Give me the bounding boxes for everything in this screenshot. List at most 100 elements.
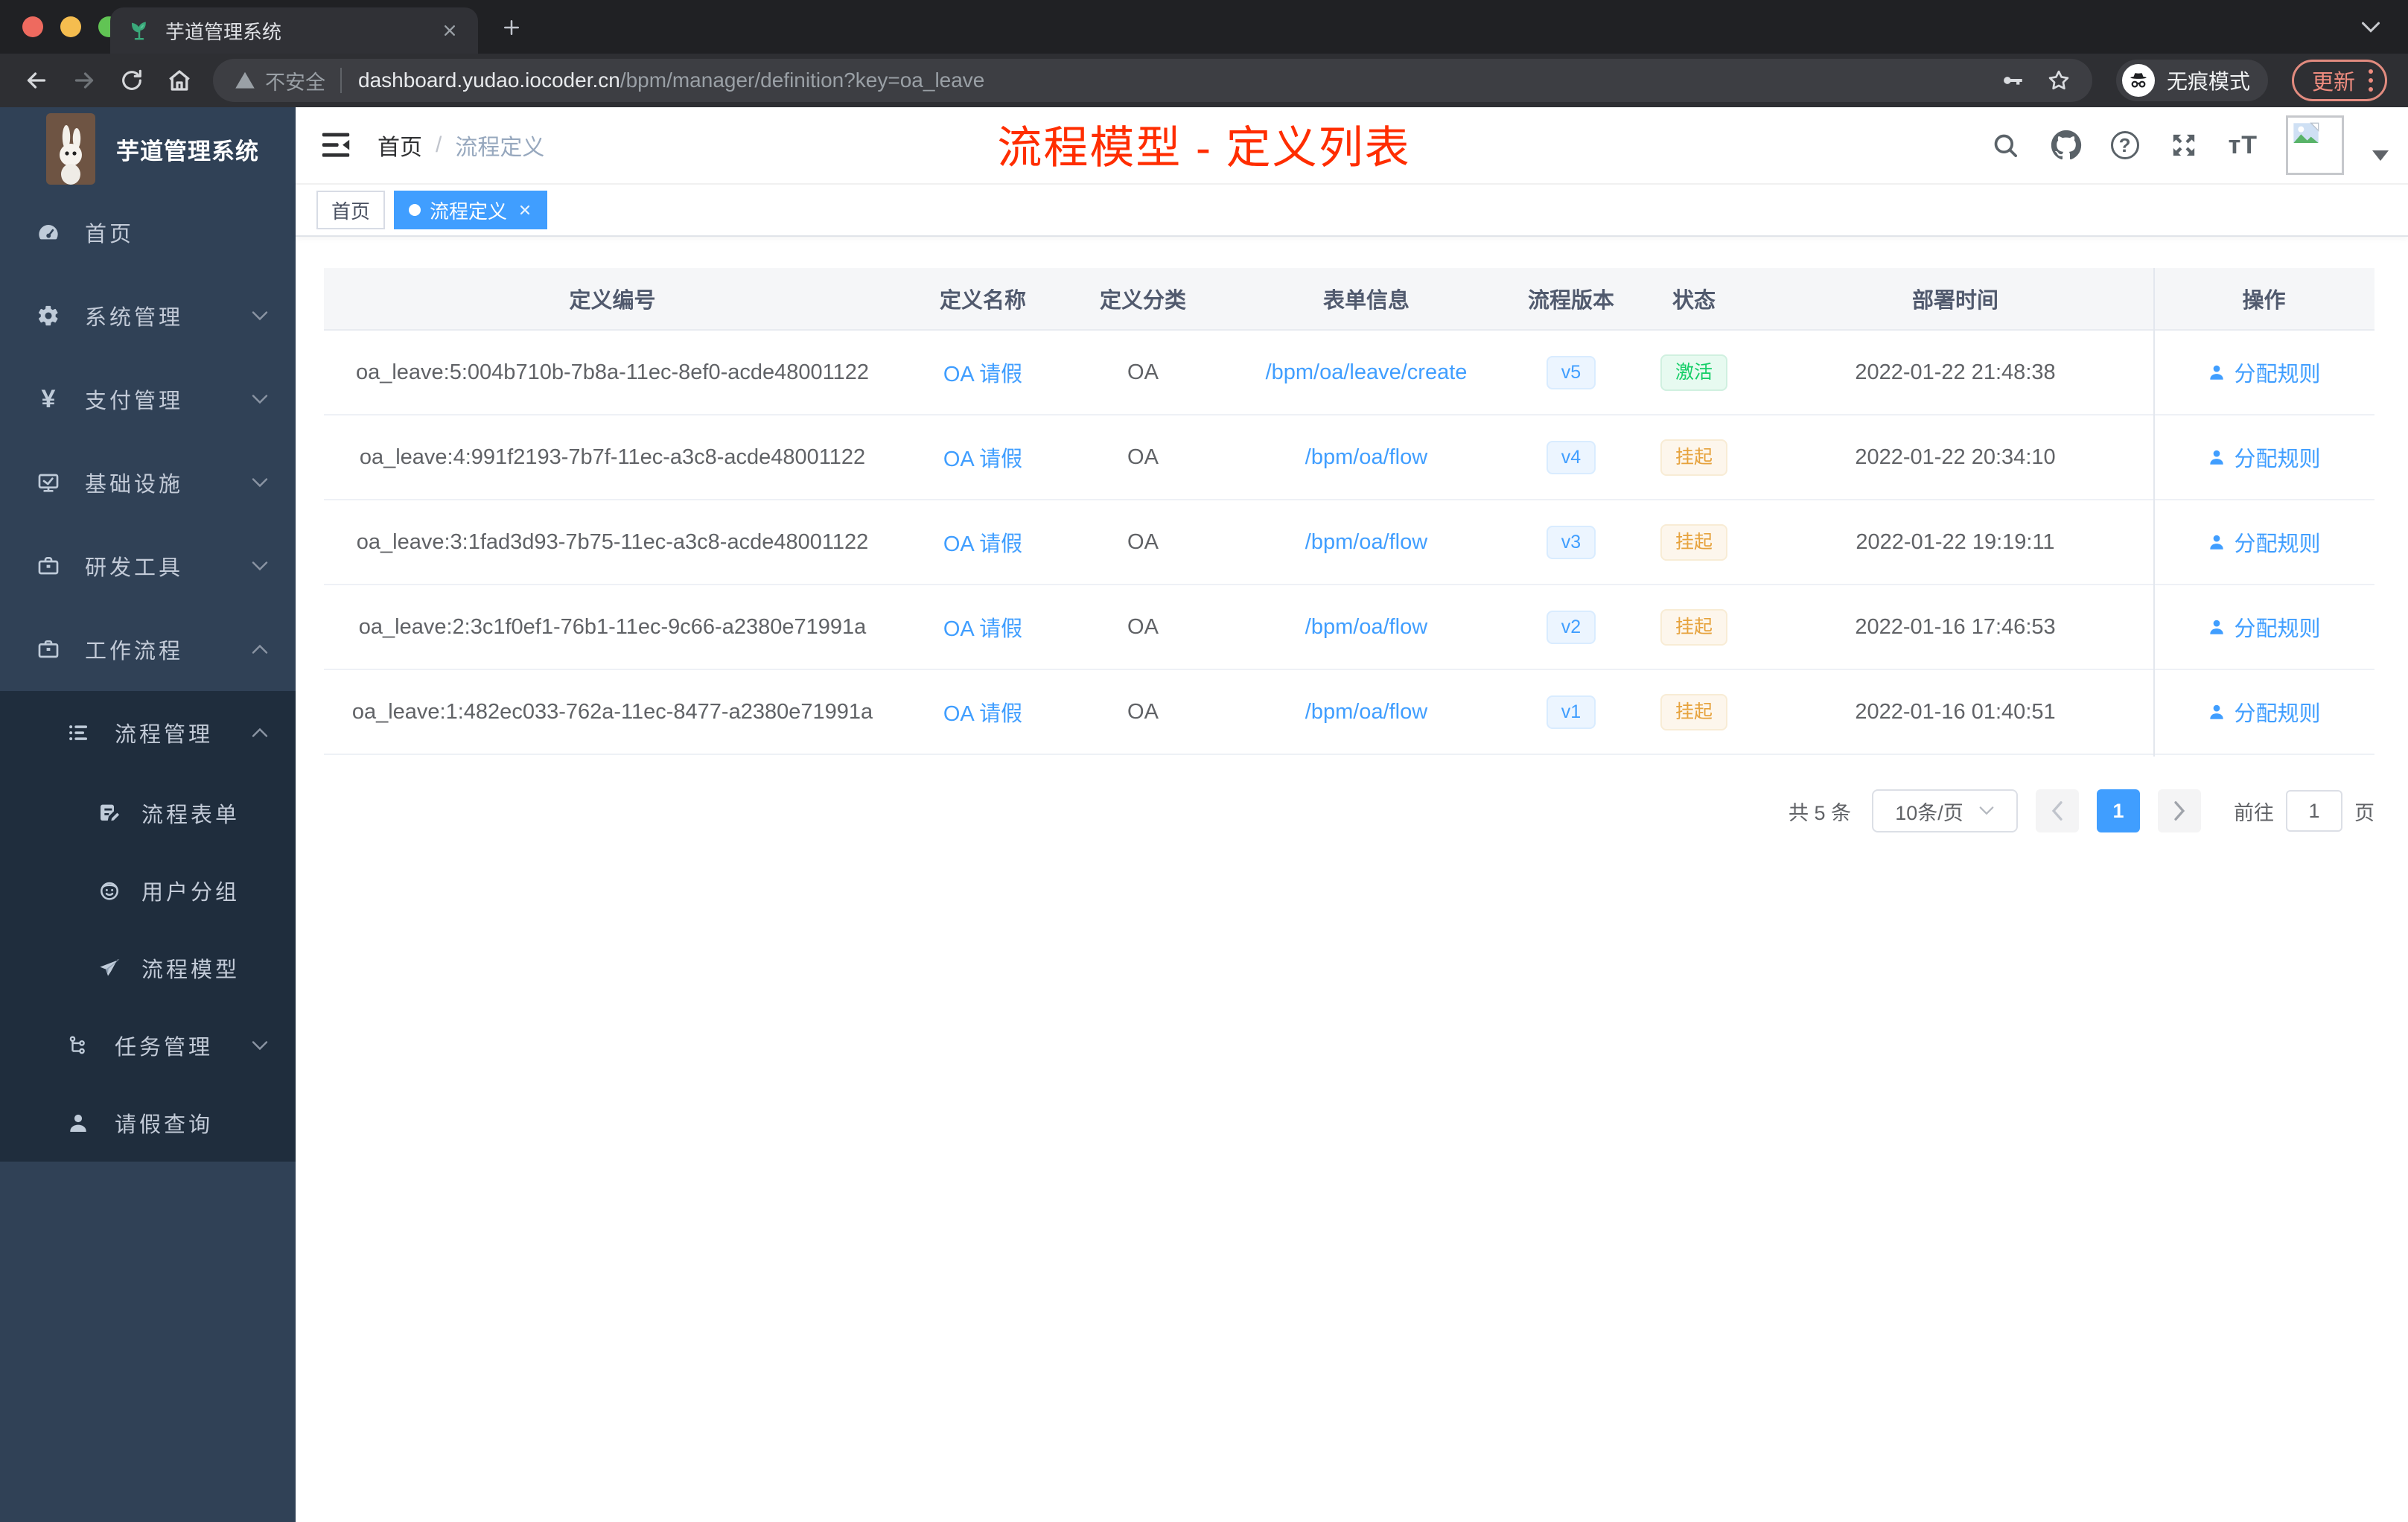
sidebar-item-process-model[interactable]: 流程模型	[0, 929, 296, 1007]
chevron-up-icon	[251, 643, 269, 655]
sidebar-item-dev-tools[interactable]: 研发工具	[0, 524, 296, 608]
search-icon[interactable]	[1989, 129, 2022, 162]
cell-deploy-time: 2022-01-16 17:46:53	[1855, 614, 2056, 639]
close-window-button[interactable]	[22, 16, 43, 37]
sidebar-item-label: 研发工具	[85, 556, 184, 580]
sidebar-item-label: 任务管理	[115, 1036, 214, 1060]
form-link[interactable]: /bpm/oa/leave/create	[1266, 360, 1468, 385]
page-number-button[interactable]: 1	[2097, 789, 2140, 832]
assign-rule-button[interactable]: 分配规则	[2207, 696, 2321, 727]
minimize-window-button[interactable]	[60, 16, 81, 37]
tag-home[interactable]: 首页	[316, 191, 386, 229]
cell-deploy-time: 2022-01-16 01:40:51	[1855, 699, 2056, 724]
column-header: 操作	[2242, 289, 2286, 313]
sidebar-item-system[interactable]: 系统管理	[0, 274, 296, 357]
sidebar-item-label: 请假查询	[115, 1113, 214, 1137]
chevron-up-icon	[251, 727, 269, 739]
definition-table: 定义编号 定义名称 定义分类 表单信息 流程版本 状态 部署时间 操作 oa_l…	[324, 268, 2374, 757]
address-bar[interactable]: 不安全 dashboard.yudao.iocoder.cn/bpm/manag…	[213, 59, 2092, 102]
breadcrumb-separator: /	[436, 133, 442, 157]
page-size-select[interactable]: 10条/页	[1872, 789, 2018, 832]
user-icon	[2210, 620, 2224, 634]
assign-rule-button[interactable]: 分配规则	[2207, 526, 2321, 558]
column-header: 定义分类	[1099, 289, 1186, 313]
workflow-submenu: 流程管理 流程表单 用户分组 流程模型 任务管理 请假查询	[0, 691, 296, 1162]
column-header: 定义名称	[939, 289, 1026, 313]
sidebar-item-home[interactable]: 首页	[0, 191, 296, 274]
user-icon	[2210, 365, 2224, 380]
assign-rule-button[interactable]: 分配规则	[2207, 611, 2321, 643]
next-page-button[interactable]	[2158, 789, 2201, 832]
breadcrumb-current: 流程定义	[455, 136, 545, 160]
tags-view-bar: 首页 流程定义	[296, 185, 2408, 237]
sidebar-item-leave-query[interactable]: 请假查询	[0, 1084, 296, 1162]
sidebar-collapse-icon[interactable]	[319, 130, 352, 160]
avatar-dropdown-caret-icon[interactable]	[2372, 150, 2389, 161]
form-link[interactable]: /bpm/oa/flow	[1305, 445, 1427, 470]
tab-close-icon[interactable]	[439, 20, 460, 41]
forward-button[interactable]	[64, 60, 104, 101]
assign-rule-button[interactable]: 分配规则	[2207, 442, 2321, 473]
reload-button[interactable]	[112, 60, 152, 101]
github-icon[interactable]	[2050, 129, 2083, 162]
avatar[interactable]	[2286, 115, 2344, 175]
cell-definition-id: oa_leave:3:1fad3d93-7b75-11ec-a3c8-acde4…	[356, 529, 869, 554]
sidebar-item-process-form[interactable]: 流程表单	[0, 774, 296, 852]
form-link[interactable]: /bpm/oa/flow	[1305, 700, 1427, 725]
sidebar-item-label: 用户分组	[141, 881, 241, 905]
cell-category: OA	[1127, 445, 1159, 469]
new-tab-button[interactable]	[500, 16, 523, 39]
prev-page-button[interactable]	[2036, 789, 2079, 832]
sidebar-item-process-management[interactable]: 流程管理	[0, 691, 296, 774]
sidebar-item-label: 工作流程	[85, 640, 184, 663]
update-label[interactable]: 更新	[2312, 65, 2355, 96]
version-badge: v5	[1546, 355, 1596, 389]
tag-close-icon[interactable]	[517, 203, 532, 217]
back-button[interactable]	[16, 60, 57, 101]
url-text[interactable]: dashboard.yudao.iocoder.cn/bpm/manager/d…	[358, 69, 1985, 92]
cell-deploy-time: 2022-01-22 19:19:11	[1856, 529, 2055, 554]
table-row: oa_leave:1:482ec033-762a-11ec-8477-a2380…	[324, 670, 2374, 755]
status-badge: 挂起	[1660, 523, 1727, 561]
definition-name-link[interactable]: OA 请假	[943, 526, 1022, 558]
cell-category: OA	[1127, 529, 1159, 554]
browser-chrome: 芋道管理系统 不安全 dashboard.yudao.iocoder.cn/bp…	[0, 0, 2408, 107]
sidebar-item-task-management[interactable]: 任务管理	[0, 1007, 296, 1084]
version-badge: v4	[1546, 440, 1596, 474]
sidebar-item-workflow[interactable]: 工作流程	[0, 608, 296, 691]
breadcrumb-home[interactable]: 首页	[378, 129, 422, 162]
not-secure-warning-icon	[235, 71, 255, 89]
cell-definition-id: oa_leave:1:482ec033-762a-11ec-8477-a2380…	[351, 699, 873, 724]
tag-process-definition[interactable]: 流程定义	[394, 191, 548, 229]
help-question-icon[interactable]	[2110, 131, 2139, 159]
chevron-down-icon	[251, 1039, 269, 1051]
password-key-icon[interactable]	[2000, 68, 2025, 93]
table-row: oa_leave:2:3c1f0ef1-76b1-11ec-9c66-a2380…	[324, 585, 2374, 670]
security-label[interactable]: 不安全	[265, 66, 325, 95]
definition-name-link[interactable]: OA 请假	[943, 357, 1022, 388]
browser-menu-kebab-icon[interactable]	[2369, 69, 2373, 92]
form-link[interactable]: /bpm/oa/flow	[1305, 615, 1427, 640]
tab-search-chevron-icon[interactable]	[2360, 21, 2381, 34]
home-button[interactable]	[159, 60, 200, 101]
bookmark-star-icon[interactable]	[2046, 68, 2071, 93]
definition-name-link[interactable]: OA 请假	[943, 611, 1022, 643]
assign-rule-button[interactable]: 分配规则	[2207, 357, 2321, 388]
browser-tab[interactable]: 芋道管理系统	[110, 7, 478, 54]
sidebar-item-user-group[interactable]: 用户分组	[0, 852, 296, 929]
column-header: 表单信息	[1322, 289, 1410, 313]
goto-page-input[interactable]	[2286, 790, 2342, 832]
sidebar-item-label: 支付管理	[85, 389, 184, 413]
definition-name-link[interactable]: OA 请假	[943, 442, 1022, 473]
column-header: 定义编号	[569, 289, 656, 313]
font-size-icon[interactable]	[2229, 131, 2258, 160]
form-edit-icon	[97, 800, 122, 826]
sidebar-item-label: 流程管理	[115, 723, 214, 747]
sidebar-item-payment[interactable]: ¥ 支付管理	[0, 357, 296, 441]
sidebar-item-infrastructure[interactable]: 基础设施	[0, 441, 296, 524]
form-link[interactable]: /bpm/oa/flow	[1305, 530, 1427, 555]
fullscreen-icon[interactable]	[2167, 129, 2200, 162]
fixed-column-divider	[2153, 268, 2155, 757]
definition-name-link[interactable]: OA 请假	[943, 696, 1022, 727]
browser-update-button[interactable]: 更新	[2291, 60, 2387, 101]
